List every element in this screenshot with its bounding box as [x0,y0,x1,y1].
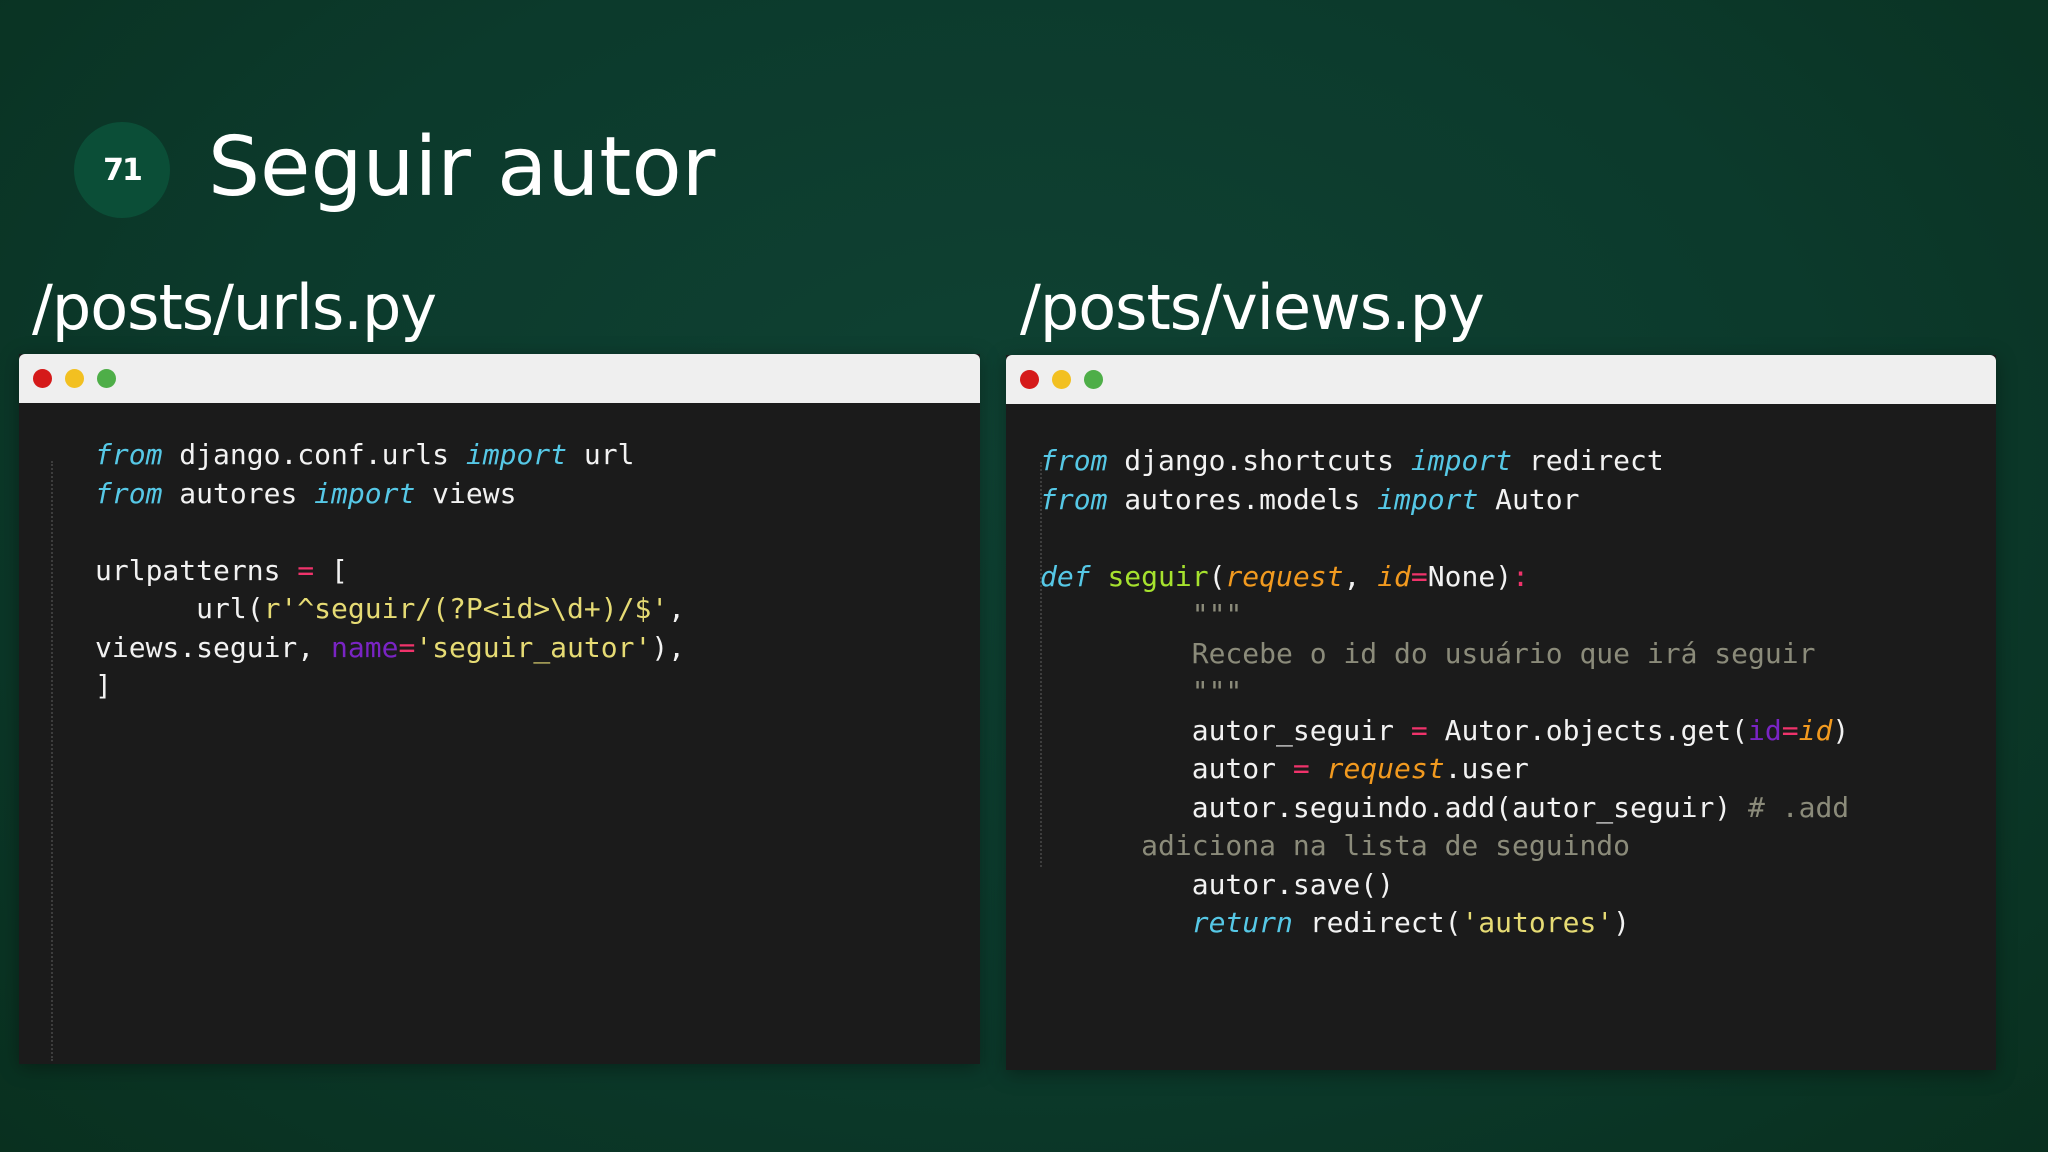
views-file-heading: /posts/views.py [1020,271,1485,344]
minimize-window-dot-icon[interactable] [65,369,84,388]
urls-code-window: from django.conf.urls import url from au… [19,354,980,1064]
urls-file-heading: /posts/urls.py [32,271,437,344]
window-titlebar [1006,355,1996,404]
code-line: Recebe o id do usuário que irá seguir [1040,636,1816,670]
code-line: from django.shortcuts import redirect [1040,444,1664,477]
code-line: return redirect('autores') [1191,906,1631,939]
code-line: adiciona na lista de seguindo [1040,829,1631,862]
code-line: autor.seguindo.add(autor_seguir) # .add [1040,790,1850,824]
close-window-dot-icon[interactable] [33,369,52,388]
close-window-dot-icon[interactable] [1020,370,1039,389]
code-line: from django.conf.urls import url [95,438,635,471]
maximize-window-dot-icon[interactable] [1084,370,1103,389]
code-line: views.seguir, name='seguir_autor'), [95,630,686,664]
indent-guide [51,461,53,1061]
urls-code-block: from django.conf.urls import url from au… [95,436,685,706]
slide-number-badge: 71 [74,122,170,218]
views-code-block: from django.shortcuts import redirect fr… [1040,442,1849,943]
code-line: url(r'^seguir/(?P<id>\d+)/$', [95,592,686,625]
code-line: from autores import views [95,476,517,510]
minimize-window-dot-icon[interactable] [1052,370,1071,389]
window-titlebar [19,354,980,403]
code-line: """ [1040,675,1243,708]
views-code-window: from django.shortcuts import redirect fr… [1006,355,1996,1070]
maximize-window-dot-icon[interactable] [97,369,116,388]
code-line: def seguir(request, id=None): [1040,559,1529,593]
code-line: autor = request.user [1040,752,1529,785]
code-line: autor_seguir = Autor.objects.get(id=id) [1040,713,1850,747]
code-body: from django.shortcuts import redirect fr… [1006,404,1996,1070]
slide-number: 71 [103,152,143,188]
code-line: ] [95,669,112,702]
slide-title: Seguir autor [208,120,716,215]
code-line: """ [1040,598,1243,631]
code-line: autor.save() [1040,867,1395,901]
code-line: from autores.models import Autor [1040,482,1580,516]
code-line: urlpatterns = [ [95,553,348,587]
code-body: from django.conf.urls import url from au… [19,403,980,1064]
